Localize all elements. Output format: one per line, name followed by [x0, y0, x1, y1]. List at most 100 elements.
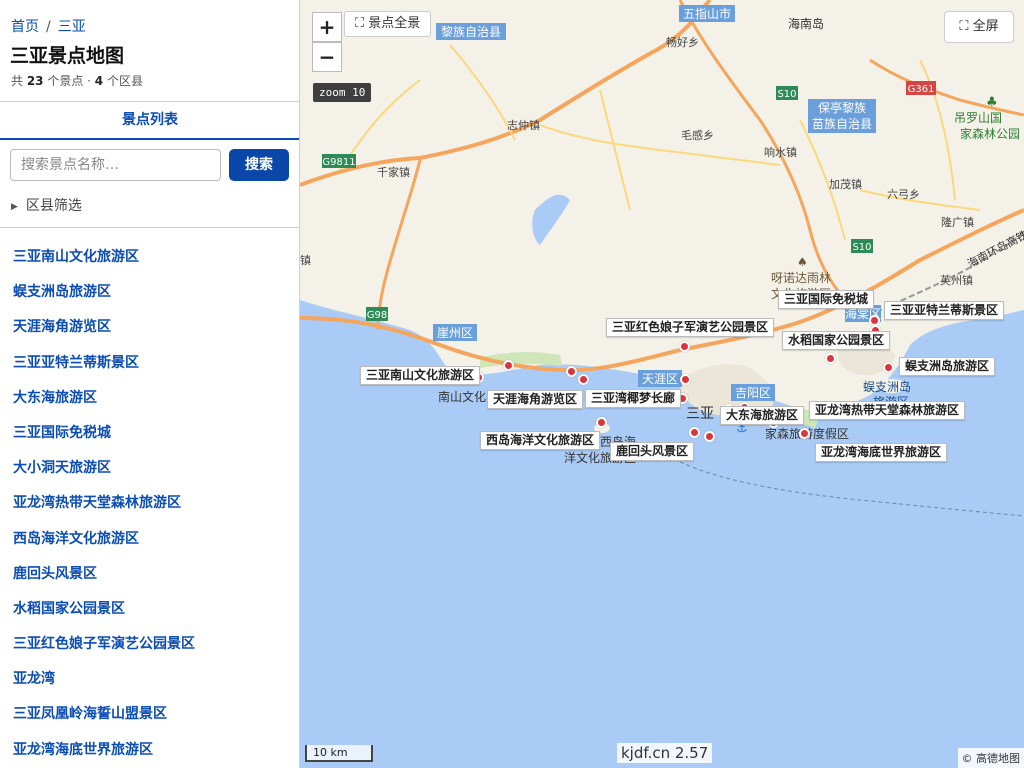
- map-label-town: 畅好乡: [666, 35, 699, 49]
- zoom-in-button[interactable]: +: [312, 12, 342, 42]
- map-label-town: 千家镇: [377, 165, 410, 179]
- highway: [869, 58, 1024, 117]
- poi-label[interactable]: 水稻国家公园景区: [782, 331, 891, 350]
- map-label-sanya: 三亚: [686, 406, 714, 422]
- map-label-town: 志仲镇: [507, 118, 540, 132]
- map-label-baoting-1: 保亭黎族: [818, 100, 866, 115]
- map-label-tianya: 天涯区: [642, 372, 678, 386]
- poi-label[interactable]: 蜈支洲岛旅游区: [899, 357, 996, 376]
- road-shield-g9811: G9811: [322, 157, 355, 168]
- map-view[interactable]: 五指山市 黎族自治县 保亭黎族 苗族自治县 崖州区 天涯区 吉阳区 海棠区 三亚…: [300, 0, 1024, 768]
- spot-list-item[interactable]: 三亚红色娘子军演艺公园景区: [0, 627, 299, 662]
- poi-label[interactable]: 天涯海角游览区: [487, 390, 584, 409]
- poi-label[interactable]: 三亚亚特兰蒂斯景区: [884, 301, 1005, 320]
- site-watermark: kjdf.cn 2.57: [617, 743, 713, 763]
- district-filter-toggle[interactable]: ▶ 区县筛选: [11, 195, 82, 215]
- sidebar: 首页 / 三亚 三亚景点地图 共 23 个景点 · 4 个区县 景点列表 搜索 ▶ 区…: [0, 0, 300, 768]
- poi-label[interactable]: 大东海旅游区: [720, 406, 805, 425]
- zoom-level-label: zoom 10: [313, 83, 372, 102]
- spot-list-item[interactable]: 亚龙湾: [0, 662, 299, 697]
- poi-marker[interactable]: [798, 427, 810, 439]
- spot-list-item[interactable]: 蜈支洲岛旅游区: [0, 275, 299, 310]
- stats-prefix: 共: [11, 74, 27, 88]
- spot-list-item[interactable]: 鹿回头风景区: [0, 557, 299, 592]
- road: [539, 124, 781, 166]
- road: [449, 44, 516, 141]
- road-shield-s10: S10: [777, 89, 796, 100]
- spot-list-item[interactable]: 三亚亚特兰蒂斯景区: [0, 346, 299, 381]
- poi-marker[interactable]: [502, 359, 514, 371]
- spot-list-item[interactable]: 三亚国际免税城: [0, 416, 299, 451]
- spot-count: 23: [26, 74, 44, 88]
- stats-suffix: 个区县: [103, 74, 143, 88]
- poi-marker[interactable]: [565, 365, 577, 377]
- tab-spot-list[interactable]: 景点列表: [0, 102, 299, 140]
- map-label-town: 镇: [300, 253, 311, 267]
- poi-label[interactable]: 三亚国际免税城: [778, 290, 875, 309]
- poi-label[interactable]: 鹿回头风景区: [610, 442, 695, 461]
- poi-label[interactable]: 三亚南山文化旅游区: [360, 366, 481, 385]
- road-shield-g98: G98: [367, 310, 387, 321]
- spot-list-item[interactable]: 大东海旅游区: [0, 381, 299, 416]
- map-label-town: 加茂镇: [829, 177, 862, 191]
- map-label-town: 响水镇: [764, 145, 797, 159]
- spot-list-item[interactable]: 亚龙湾海底世界旅游区: [0, 733, 299, 768]
- overview-button[interactable]: ⛶ 景点全景: [344, 11, 432, 37]
- reservoir: [532, 194, 570, 245]
- poi-marker[interactable]: [868, 314, 880, 326]
- search-input[interactable]: [10, 149, 221, 181]
- stats-summary: 共 23 个景点 · 4 个区县: [11, 72, 143, 89]
- disclosure-triangle-icon: ▶: [11, 202, 18, 212]
- map-label-jiyang: 吉阳区: [735, 386, 771, 400]
- road-shield-s10: S10: [852, 242, 871, 253]
- map-label-scenic: 蜈支洲岛: [863, 379, 911, 394]
- poi-marker[interactable]: [882, 361, 894, 373]
- stats-mid: 个景点 ·: [43, 74, 95, 88]
- district-count: 4: [94, 74, 104, 88]
- map-label-town: 六弓乡: [887, 188, 920, 201]
- park-tree-icon: ♣: [986, 95, 998, 110]
- search-button[interactable]: 搜索: [229, 149, 289, 181]
- map-label-wuzhishan: 五指山市: [683, 6, 731, 21]
- poi-marker[interactable]: [824, 352, 836, 364]
- district-filter-label: 区县筛选: [25, 198, 82, 214]
- poi-marker[interactable]: [678, 340, 690, 352]
- road: [599, 89, 631, 211]
- fullscreen-button[interactable]: ⛶ 全屏: [944, 11, 1014, 43]
- page-title: 三亚景点地图: [10, 45, 125, 67]
- breadcrumb-current-link[interactable]: 三亚: [58, 19, 86, 35]
- divider: [0, 227, 299, 228]
- zoom-out-button[interactable]: −: [312, 42, 342, 72]
- spot-list: 三亚南山文化旅游区 蜈支洲岛旅游区 天涯海角游览区 三亚亚特兰蒂斯景区 大东海旅…: [0, 240, 299, 768]
- map-label-diaoluo-2: 家森林公园: [960, 126, 1020, 141]
- map-label-scenic: 呀诺达雨林: [771, 271, 831, 285]
- map-label-baoting-2: 苗族自治县: [812, 117, 872, 131]
- map-label-scenic: 南山文化: [438, 389, 486, 404]
- road: [859, 189, 981, 211]
- spot-list-item[interactable]: 西岛海洋文化旅游区: [0, 522, 299, 557]
- breadcrumb-home-link[interactable]: 首页: [11, 19, 39, 35]
- poi-label[interactable]: 西岛海洋文化旅游区: [480, 431, 601, 450]
- spot-list-item[interactable]: 亚龙湾热带天堂森林旅游区: [0, 486, 299, 521]
- poi-label[interactable]: 三亚湾椰梦长廊: [585, 389, 682, 408]
- spot-list-item[interactable]: 天涯海角游览区: [0, 310, 299, 345]
- map-label-town: 毛感乡: [681, 129, 714, 142]
- spot-list-item[interactable]: 大小洞天旅游区: [0, 451, 299, 486]
- poi-marker[interactable]: [679, 373, 691, 385]
- spot-list-item[interactable]: 水稻国家公园景区: [0, 592, 299, 627]
- poi-label[interactable]: 亚龙湾热带天堂森林旅游区: [809, 401, 966, 420]
- spot-list-item[interactable]: 三亚南山文化旅游区: [0, 240, 299, 275]
- poi-label[interactable]: 三亚红色娘子军演艺公园景区: [606, 318, 775, 337]
- poi-marker[interactable]: [577, 373, 589, 385]
- map-label-yazhou: 崖州区: [437, 326, 473, 340]
- poi-label[interactable]: 亚龙湾海底世界旅游区: [815, 443, 948, 462]
- poi-marker[interactable]: [595, 416, 607, 428]
- highway: [376, 159, 422, 331]
- scenic-pin-icon: ♠: [797, 255, 808, 269]
- poi-marker[interactable]: [703, 430, 715, 442]
- map-label-diaoluo-1: 吊罗山国: [954, 111, 1002, 125]
- spot-list-item[interactable]: 三亚凤凰岭海誓山盟景区: [0, 697, 299, 732]
- breadcrumb-separator: /: [46, 19, 51, 35]
- map-attribution: © 高德地图: [957, 748, 1024, 768]
- poi-marker[interactable]: [688, 426, 700, 438]
